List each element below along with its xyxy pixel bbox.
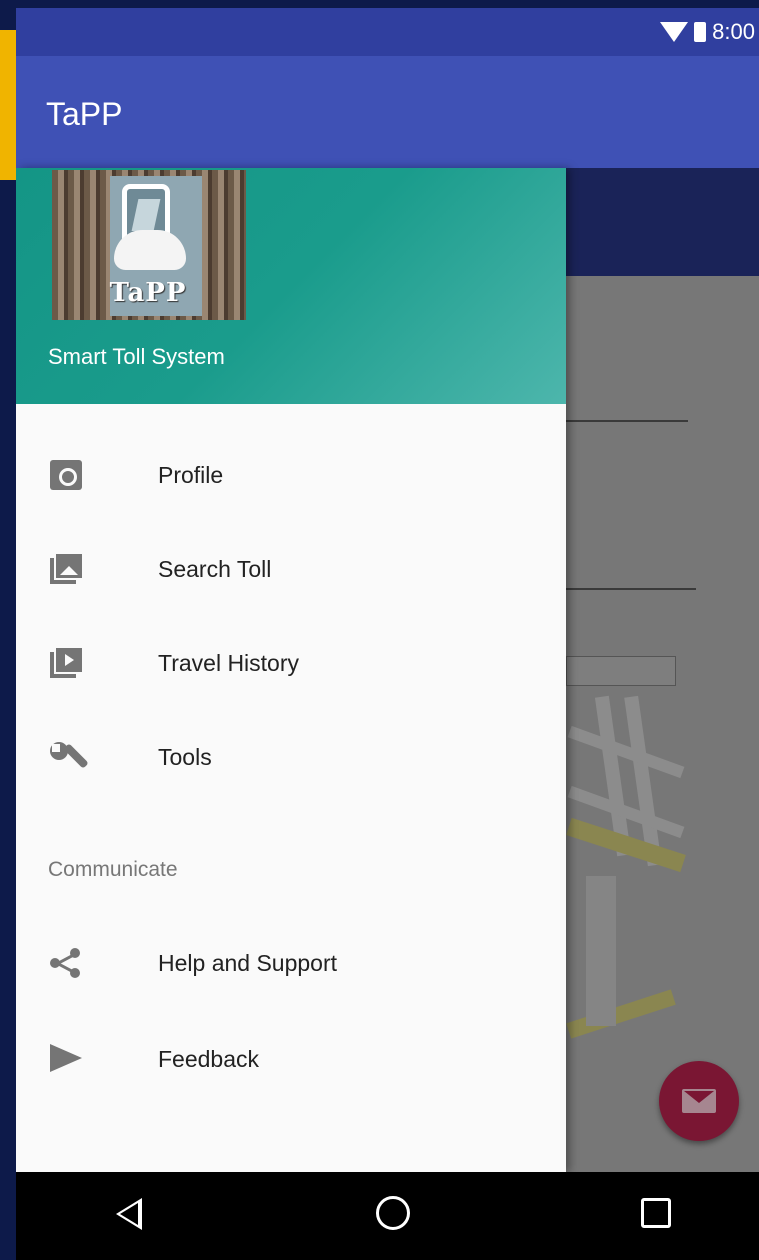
app-title: TaPP [46,96,123,132]
photo-library-icon [50,554,82,584]
section-header-communicate: Communicate [48,858,178,881]
hand-icon [114,230,186,270]
send-icon [50,1044,82,1072]
map-street [586,876,616,1026]
map-block [566,656,676,686]
tapp-logo: TaPP [52,170,246,320]
drawer-header: TaPP Smart Toll System [16,168,566,404]
menu-item-profile[interactable]: Profile [16,430,566,520]
background-toolbar [566,168,759,276]
drawer-subtitle: Smart Toll System [48,344,225,369]
form-divider [566,588,696,590]
menu-item-label: Profile [158,461,224,488]
email-icon [682,1089,716,1113]
form-divider [566,420,688,422]
menu-item-search-toll[interactable]: Search Toll [16,524,566,614]
home-icon[interactable] [376,1196,410,1230]
menu-item-travel-history[interactable]: Travel History [16,618,566,708]
menu-item-label: Feedback [158,1045,260,1072]
map-street [567,725,685,779]
menu-item-feedback[interactable]: Feedback [16,1014,566,1104]
video-library-icon [50,648,82,678]
navigation-drawer: TaPP Smart Toll System Profile Search To… [16,168,566,1172]
slide-background: 8:00 TaPP TaPP Smart Toll System Profile… [0,0,759,1260]
logo-text: TaPP [109,278,187,308]
recent-apps-icon[interactable] [641,1198,671,1228]
status-bar: 8:00 [16,8,759,56]
app-bar: TaPP [16,56,759,168]
menu-item-label: Travel History [158,649,299,676]
share-icon [50,948,82,978]
map-road [566,989,676,1039]
wifi-icon [660,22,689,42]
battery-icon [694,22,707,42]
email-fab-button[interactable] [659,1061,739,1141]
camera-icon [50,460,82,490]
menu-item-label: Help and Support [158,949,338,976]
system-navigation-bar [16,1172,759,1260]
status-time: 8:00 [712,19,755,44]
menu-item-tools[interactable]: Tools [16,712,566,802]
status-indicators: 8:00 [660,18,755,46]
phone-screen: 8:00 TaPP TaPP Smart Toll System Profile… [16,8,759,1260]
menu-item-help-and-support[interactable]: Help and Support [16,918,566,1008]
back-icon[interactable] [116,1198,142,1230]
wrench-icon [50,742,89,772]
background-map [566,276,759,1172]
menu-item-label: Search Toll [158,555,272,582]
menu-item-label: Tools [158,743,212,770]
